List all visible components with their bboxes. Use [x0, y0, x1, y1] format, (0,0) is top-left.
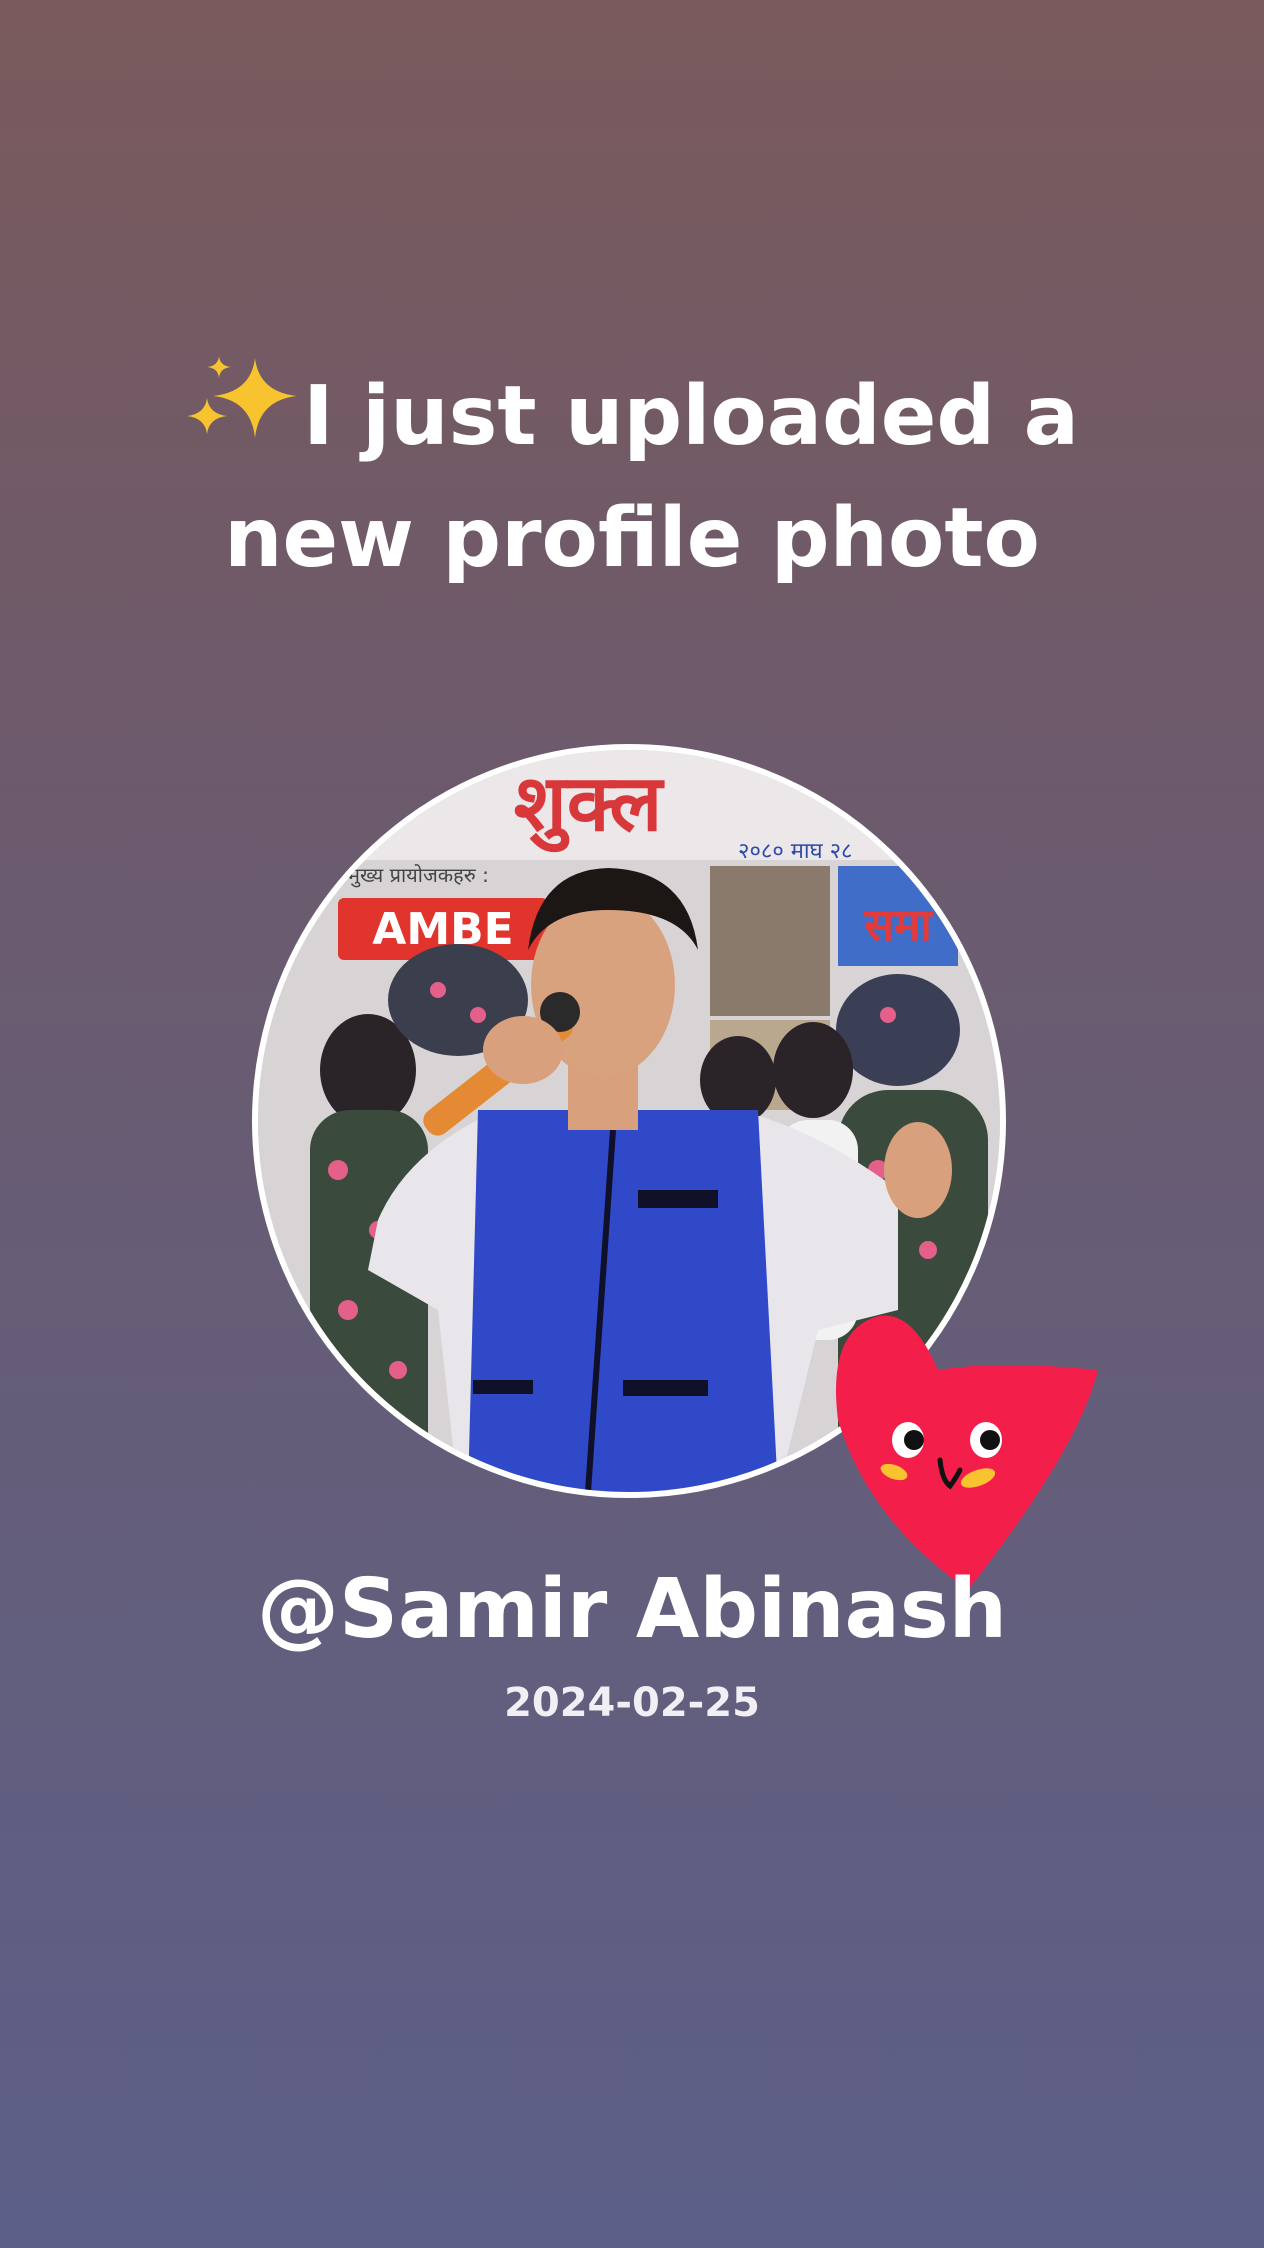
side-sign: समा — [863, 900, 933, 951]
sponsor-label: मुख्य प्रायोजकहरु : — [348, 863, 489, 888]
banner-subtext: २०८० माघ २८ — [738, 839, 852, 864]
headline: I just uploaded a new profile photo — [0, 352, 1264, 600]
banner-text: शुक्ल — [514, 759, 666, 853]
username[interactable]: @Samir Abinash — [0, 1560, 1264, 1660]
headline-text-1: I just uploaded a — [303, 369, 1079, 464]
smiling-heart-sticker-icon — [828, 1310, 1108, 1595]
headline-line-1: I just uploaded a — [0, 352, 1264, 478]
post-date: 2024-02-25 — [504, 1680, 760, 1726]
headline-line-2: new profile photo — [224, 491, 1040, 586]
sparkles-icon — [185, 352, 303, 452]
